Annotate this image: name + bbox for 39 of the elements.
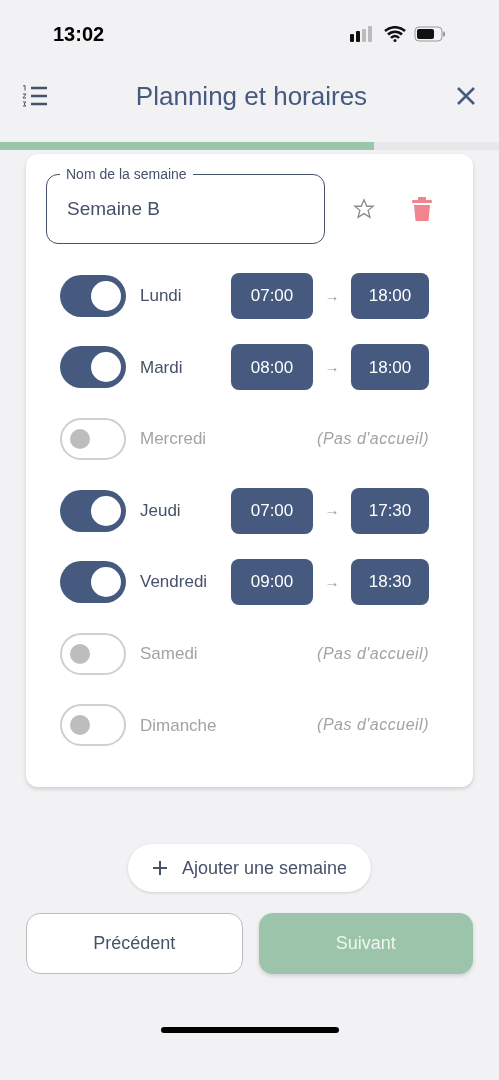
star-icon[interactable] bbox=[353, 198, 375, 220]
page-title: Planning et horaires bbox=[134, 79, 369, 113]
wifi-icon bbox=[384, 26, 406, 42]
day-label: Jeudi bbox=[140, 499, 181, 522]
toggle-switch[interactable] bbox=[60, 418, 126, 460]
end-time-button[interactable]: 17:30 bbox=[351, 487, 429, 534]
day-label: Vendredi bbox=[140, 571, 208, 594]
start-time-button[interactable]: 08:00 bbox=[231, 344, 313, 391]
battery-icon bbox=[414, 26, 446, 42]
toggle-switch[interactable] bbox=[60, 632, 126, 675]
toggle-switch[interactable] bbox=[60, 489, 126, 532]
day-label: Lundi bbox=[140, 285, 182, 308]
add-week-button[interactable]: Ajouter une semaine bbox=[127, 844, 372, 893]
toggle-switch[interactable] bbox=[60, 346, 126, 389]
end-time-button[interactable]: 18:00 bbox=[351, 344, 429, 391]
day-label: Mardi bbox=[140, 356, 183, 379]
start-time-button[interactable]: 07:00 bbox=[231, 272, 313, 319]
day-label: Samedi bbox=[140, 643, 198, 665]
start-time-button[interactable]: 09:00 bbox=[231, 559, 313, 606]
numbered-list-icon[interactable] bbox=[22, 85, 48, 107]
day-label: Mercredi bbox=[140, 428, 207, 451]
end-time-button[interactable]: 18:00 bbox=[351, 272, 429, 319]
closed-note: (Pas d'accueil) bbox=[317, 715, 429, 736]
plus-icon bbox=[151, 860, 168, 877]
toggle-switch[interactable] bbox=[60, 561, 126, 604]
status-time: 13:02 bbox=[53, 22, 105, 47]
previous-button[interactable]: Précédent bbox=[26, 913, 243, 975]
start-time-button[interactable]: 07:00 bbox=[231, 487, 313, 534]
end-time-button[interactable]: 18:30 bbox=[351, 559, 429, 606]
closed-note: (Pas d'accueil) bbox=[317, 429, 429, 449]
toggle-switch[interactable] bbox=[60, 704, 126, 747]
arrow-text: → bbox=[323, 571, 341, 592]
arrow-text: → bbox=[323, 357, 341, 378]
arrow-text: → bbox=[323, 285, 341, 306]
day-label: Dimanche bbox=[140, 714, 217, 737]
arrow-text: → bbox=[323, 500, 341, 521]
close-icon[interactable] bbox=[455, 85, 477, 107]
toggle-switch[interactable] bbox=[60, 274, 126, 317]
closed-note: (Pas d'accueil) bbox=[317, 643, 429, 664]
